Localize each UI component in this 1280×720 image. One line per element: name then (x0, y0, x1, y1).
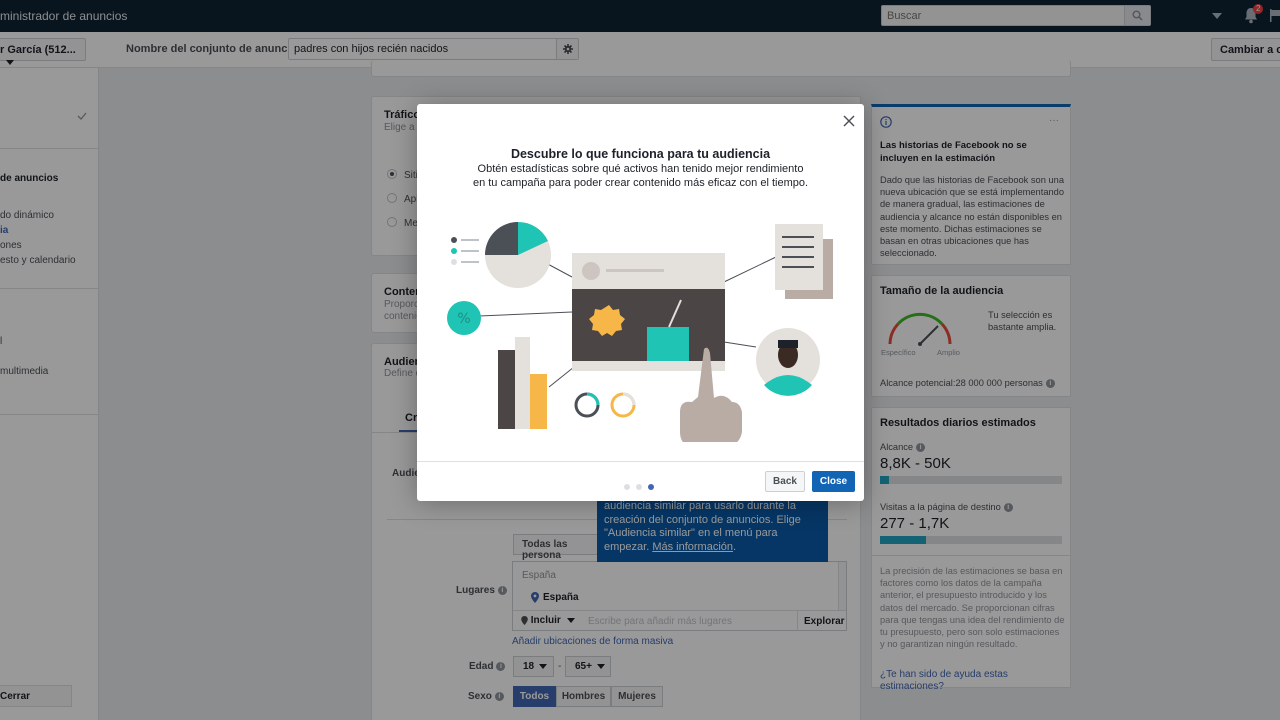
svg-text:%: % (457, 311, 470, 327)
step-dot[interactable] (624, 484, 630, 490)
step-dot[interactable] (636, 484, 642, 490)
close-icon[interactable] (842, 114, 856, 128)
back-button[interactable]: Back (765, 471, 805, 492)
insights-modal: Descubre lo que funciona para tu audienc… (417, 104, 864, 501)
step-indicator (624, 479, 660, 493)
close-modal-button[interactable]: Close (812, 471, 855, 492)
step-dot[interactable] (648, 484, 654, 490)
audience-insights-illustration: % (447, 221, 833, 442)
modal-title: Descubre lo que funciona para tu audienc… (510, 147, 771, 161)
modal-description: Obtén estadísticas sobre qué activos han… (472, 163, 809, 189)
